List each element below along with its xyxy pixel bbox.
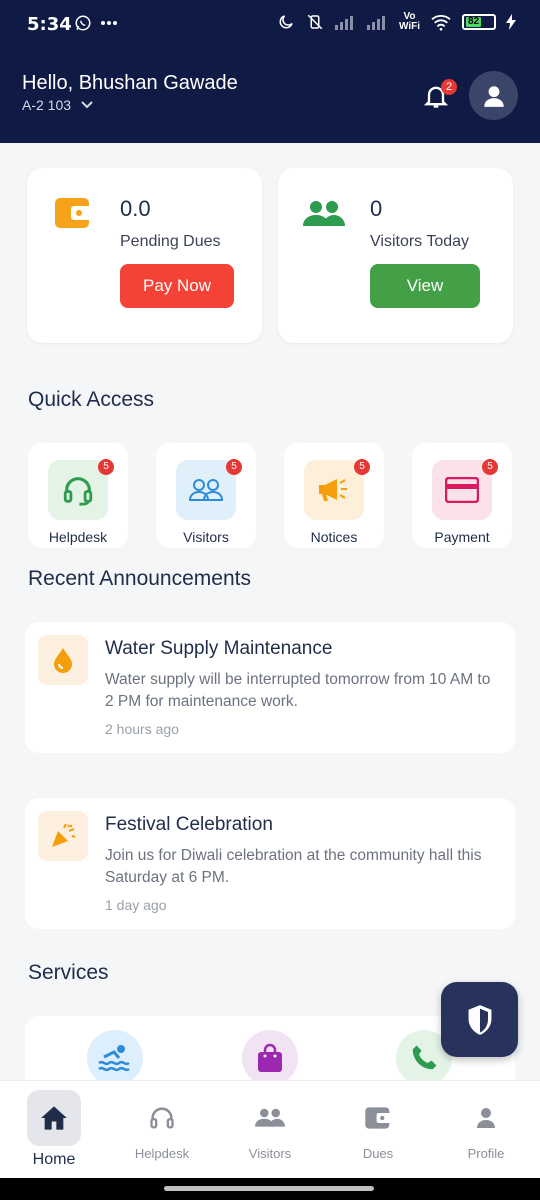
announcement-card[interactable]: Water Supply Maintenance Water supply wi… — [25, 622, 515, 753]
qa-badge: 5 — [226, 459, 242, 475]
service-pool[interactable] — [87, 1030, 143, 1086]
person-icon — [477, 1108, 495, 1128]
quick-access-helpdesk[interactable]: 5 Helpdesk — [28, 443, 128, 548]
security-fab[interactable] — [441, 982, 518, 1057]
signal-2-icon — [366, 16, 385, 30]
more-dots-icon — [101, 21, 117, 25]
wallet-icon — [365, 1107, 391, 1129]
phone-icon — [412, 1045, 437, 1070]
nav-profile[interactable]: Profile — [432, 1081, 540, 1179]
nav-label: Helpdesk — [134, 1146, 190, 1161]
megaphone-icon — [319, 479, 347, 501]
pool-icon — [98, 1045, 130, 1072]
status-time: 5:34 — [27, 14, 72, 35]
qa-label: Notices — [310, 529, 358, 545]
status-left-icons — [74, 14, 118, 32]
people-icon — [303, 201, 345, 226]
whatsapp-icon — [75, 15, 91, 31]
announcement-time: 2 hours ago — [105, 721, 179, 737]
service-shop[interactable] — [242, 1030, 298, 1086]
pending-dues-label: Pending Dues — [120, 233, 221, 250]
water-drop-icon — [54, 648, 72, 673]
announcement-body: Join us for Diwali celebration at the co… — [105, 847, 482, 886]
visitors-today-card: 0 Visitors Today View — [278, 168, 513, 343]
nav-label: Visitors — [248, 1146, 292, 1161]
pay-now-button[interactable]: Pay Now — [120, 264, 234, 308]
people-icon — [255, 1108, 285, 1127]
home-gesture-handle[interactable] — [164, 1186, 374, 1191]
visitors-today-value: 0 — [370, 196, 383, 221]
wallet-icon — [55, 198, 91, 228]
app-header: 5:34 Vo WiFi 82 Hello, Bhushan Gawade A-2… — [0, 0, 540, 143]
announcement-body: Water supply will be interrupted tomorro… — [105, 671, 491, 710]
ann-icon-bg — [38, 635, 88, 685]
vowifi-indicator: Vo WiFi — [399, 12, 420, 32]
status-bar: 5:34 Vo WiFi 82 — [0, 0, 540, 50]
nav-icon-bg — [243, 1090, 297, 1146]
headset-icon — [63, 477, 93, 506]
unit-label: A-2 103 — [22, 97, 72, 113]
announcement-card[interactable]: Festival Celebration Join us for Diwali … — [25, 798, 515, 929]
announcement-title: Water Supply Maintenance — [105, 638, 333, 659]
wifi-icon — [431, 15, 451, 31]
qa-label: Visitors — [183, 529, 229, 545]
person-icon — [483, 85, 504, 107]
moon-icon — [279, 15, 293, 29]
chevron-down-icon — [81, 101, 93, 109]
quick-access-payment[interactable]: 5 Payment — [412, 443, 512, 548]
status-right-icons: Vo WiFi 82 — [277, 12, 516, 32]
ann-icon-bg — [38, 811, 88, 861]
services-title: Services — [28, 961, 109, 984]
qa-badge: 5 — [98, 459, 114, 475]
vowifi-line-2: WiFi — [398, 21, 420, 32]
nav-label: Home — [32, 1151, 76, 1168]
party-popper-icon — [52, 823, 76, 847]
shopping-bag-icon — [258, 1043, 282, 1072]
nav-dues[interactable]: Dues — [324, 1081, 432, 1179]
charging-bolt-icon — [506, 14, 516, 30]
signal-1-icon — [334, 16, 353, 30]
nav-home[interactable]: Home — [0, 1081, 108, 1179]
qa-label: Payment — [434, 529, 490, 545]
quick-access-notices[interactable]: 5 Notices — [284, 443, 384, 548]
view-visitors-button[interactable]: View — [370, 264, 480, 308]
nav-icon-bg — [459, 1090, 513, 1146]
pending-dues-value: 0.0 — [120, 196, 151, 221]
vibrate-off-icon — [307, 14, 323, 30]
nav-icon-bg — [135, 1090, 189, 1146]
unit-selector[interactable]: A-2 103 — [22, 97, 93, 113]
nav-label: Dues — [362, 1146, 394, 1161]
announcement-time: 1 day ago — [105, 897, 167, 913]
qa-badge: 5 — [354, 459, 370, 475]
quick-access-visitors[interactable]: 5 Visitors — [156, 443, 256, 548]
bottom-nav: Home Helpdesk Visitors Dues Profile — [0, 1080, 540, 1178]
greeting-text: Hello, Bhushan Gawade — [22, 72, 238, 94]
quick-access-title: Quick Access — [28, 388, 155, 411]
battery-level: 82 — [466, 16, 482, 27]
avatar[interactable] — [469, 71, 518, 120]
qa-label: Helpdesk — [48, 529, 108, 545]
card-icon — [445, 477, 479, 503]
pending-dues-card: 0.0 Pending Dues Pay Now — [27, 168, 262, 343]
people-icon — [188, 479, 224, 501]
nav-helpdesk[interactable]: Helpdesk — [108, 1081, 216, 1179]
announcement-title: Festival Celebration — [105, 814, 273, 835]
shield-icon — [468, 1004, 491, 1035]
headset-icon — [150, 1107, 174, 1129]
visitors-today-label: Visitors Today — [370, 233, 470, 250]
nav-icon-bg — [27, 1090, 81, 1146]
battery-icon: 82 — [462, 14, 496, 30]
nav-label: Profile — [467, 1146, 505, 1161]
gesture-bar — [0, 1178, 540, 1200]
notification-badge: 2 — [441, 79, 457, 95]
qa-badge: 5 — [482, 459, 498, 475]
home-icon — [41, 1106, 67, 1130]
nav-visitors[interactable]: Visitors — [216, 1081, 324, 1179]
announcements-title: Recent Announcements — [28, 567, 251, 590]
nav-icon-bg — [351, 1090, 405, 1146]
